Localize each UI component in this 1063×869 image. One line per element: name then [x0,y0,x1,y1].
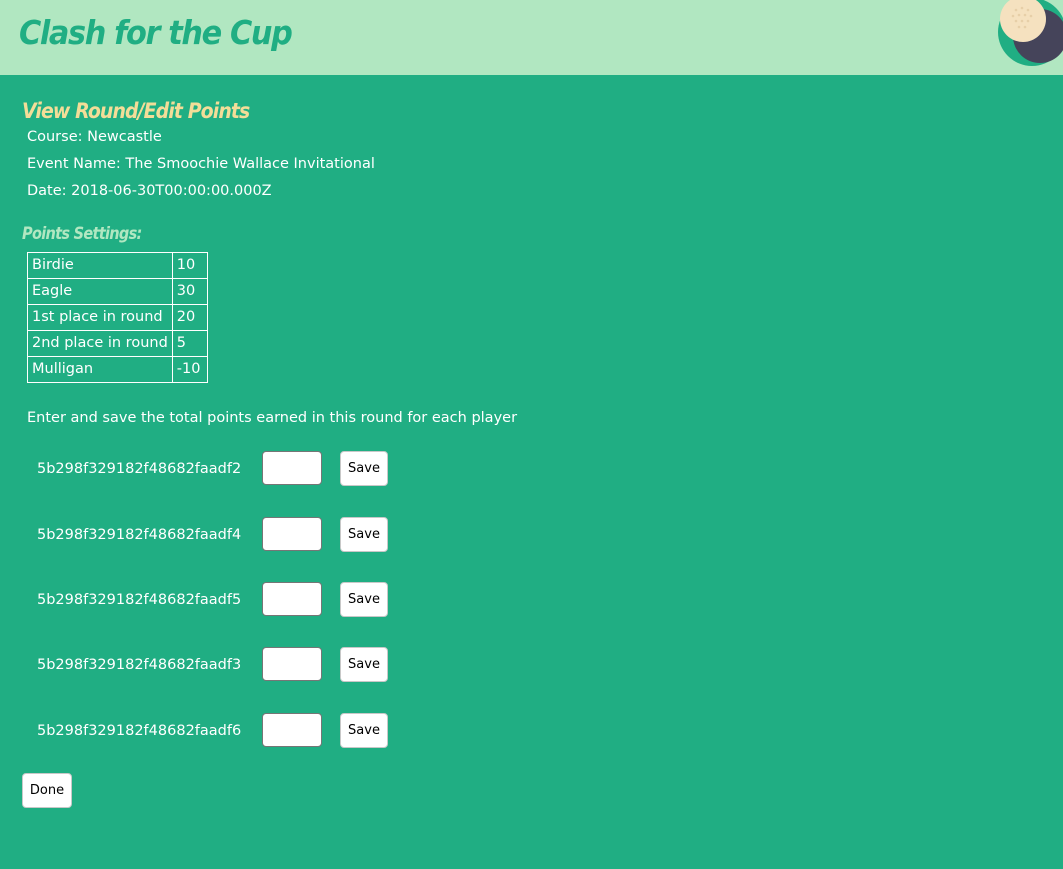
points-setting-name: 1st place in round [27,304,173,331]
points-setting-value: 10 [171,252,208,279]
player-points-input[interactable] [262,713,322,747]
player-id: 5b298f329182f48682faadf2 [37,461,242,477]
points-settings-heading: Points Settings: [22,224,142,243]
table-row: 2nd place in round 5 [27,330,208,357]
points-setting-name: Mulligan [27,356,173,383]
points-setting-name: Eagle [27,278,173,305]
points-setting-name: Birdie [27,252,173,279]
player-id: 5b298f329182f48682faadf5 [37,592,242,608]
event-name-info: Event Name: The Smoochie Wallace Invitat… [27,156,375,172]
page-heading: View Round/Edit Points [22,99,250,123]
save-points-button[interactable]: Save [340,582,388,617]
player-points-input[interactable] [262,517,322,551]
player-points-input[interactable] [262,451,322,485]
points-settings-table: Birdie 10 Eagle 30 1st place in round 20… [27,252,208,383]
app-title[interactable]: Clash for the Cup [19,10,293,56]
done-button[interactable]: Done [22,773,72,808]
player-points-row: 5b298f329182f48682faadf6 Save [0,713,500,749]
player-points-row: 5b298f329182f48682faadf2 Save [0,451,500,487]
points-setting-value: 20 [171,304,208,331]
player-id: 5b298f329182f48682faadf4 [37,527,242,543]
player-points-row: 5b298f329182f48682faadf3 Save [0,647,500,683]
table-row: Mulligan -10 [27,356,208,383]
save-points-button[interactable]: Save [340,517,388,552]
points-setting-name: 2nd place in round [27,330,173,357]
table-row: Eagle 30 [27,278,208,305]
table-row: 1st place in round 20 [27,304,208,331]
points-setting-value: -10 [171,356,208,383]
golf-ball-moon-logo-icon[interactable] [996,0,1063,68]
course-info: Course: Newcastle [27,129,162,145]
save-points-button[interactable]: Save [340,713,388,748]
app-header: Clash for the Cup [0,0,1063,75]
player-points-input[interactable] [262,647,322,681]
player-points-row: 5b298f329182f48682faadf5 Save [0,582,500,618]
player-points-row: 5b298f329182f48682faadf4 Save [0,517,500,553]
player-id: 5b298f329182f48682faadf6 [37,723,242,739]
save-points-button[interactable]: Save [340,647,388,682]
points-setting-value: 5 [171,330,208,357]
save-points-button[interactable]: Save [340,451,388,486]
table-row: Birdie 10 [27,252,208,279]
player-points-input[interactable] [262,582,322,616]
date-info: Date: 2018-06-30T00:00:00.000Z [27,183,272,199]
points-entry-instructions: Enter and save the total points earned i… [27,410,518,426]
points-setting-value: 30 [171,278,208,305]
player-id: 5b298f329182f48682faadf3 [37,657,242,673]
